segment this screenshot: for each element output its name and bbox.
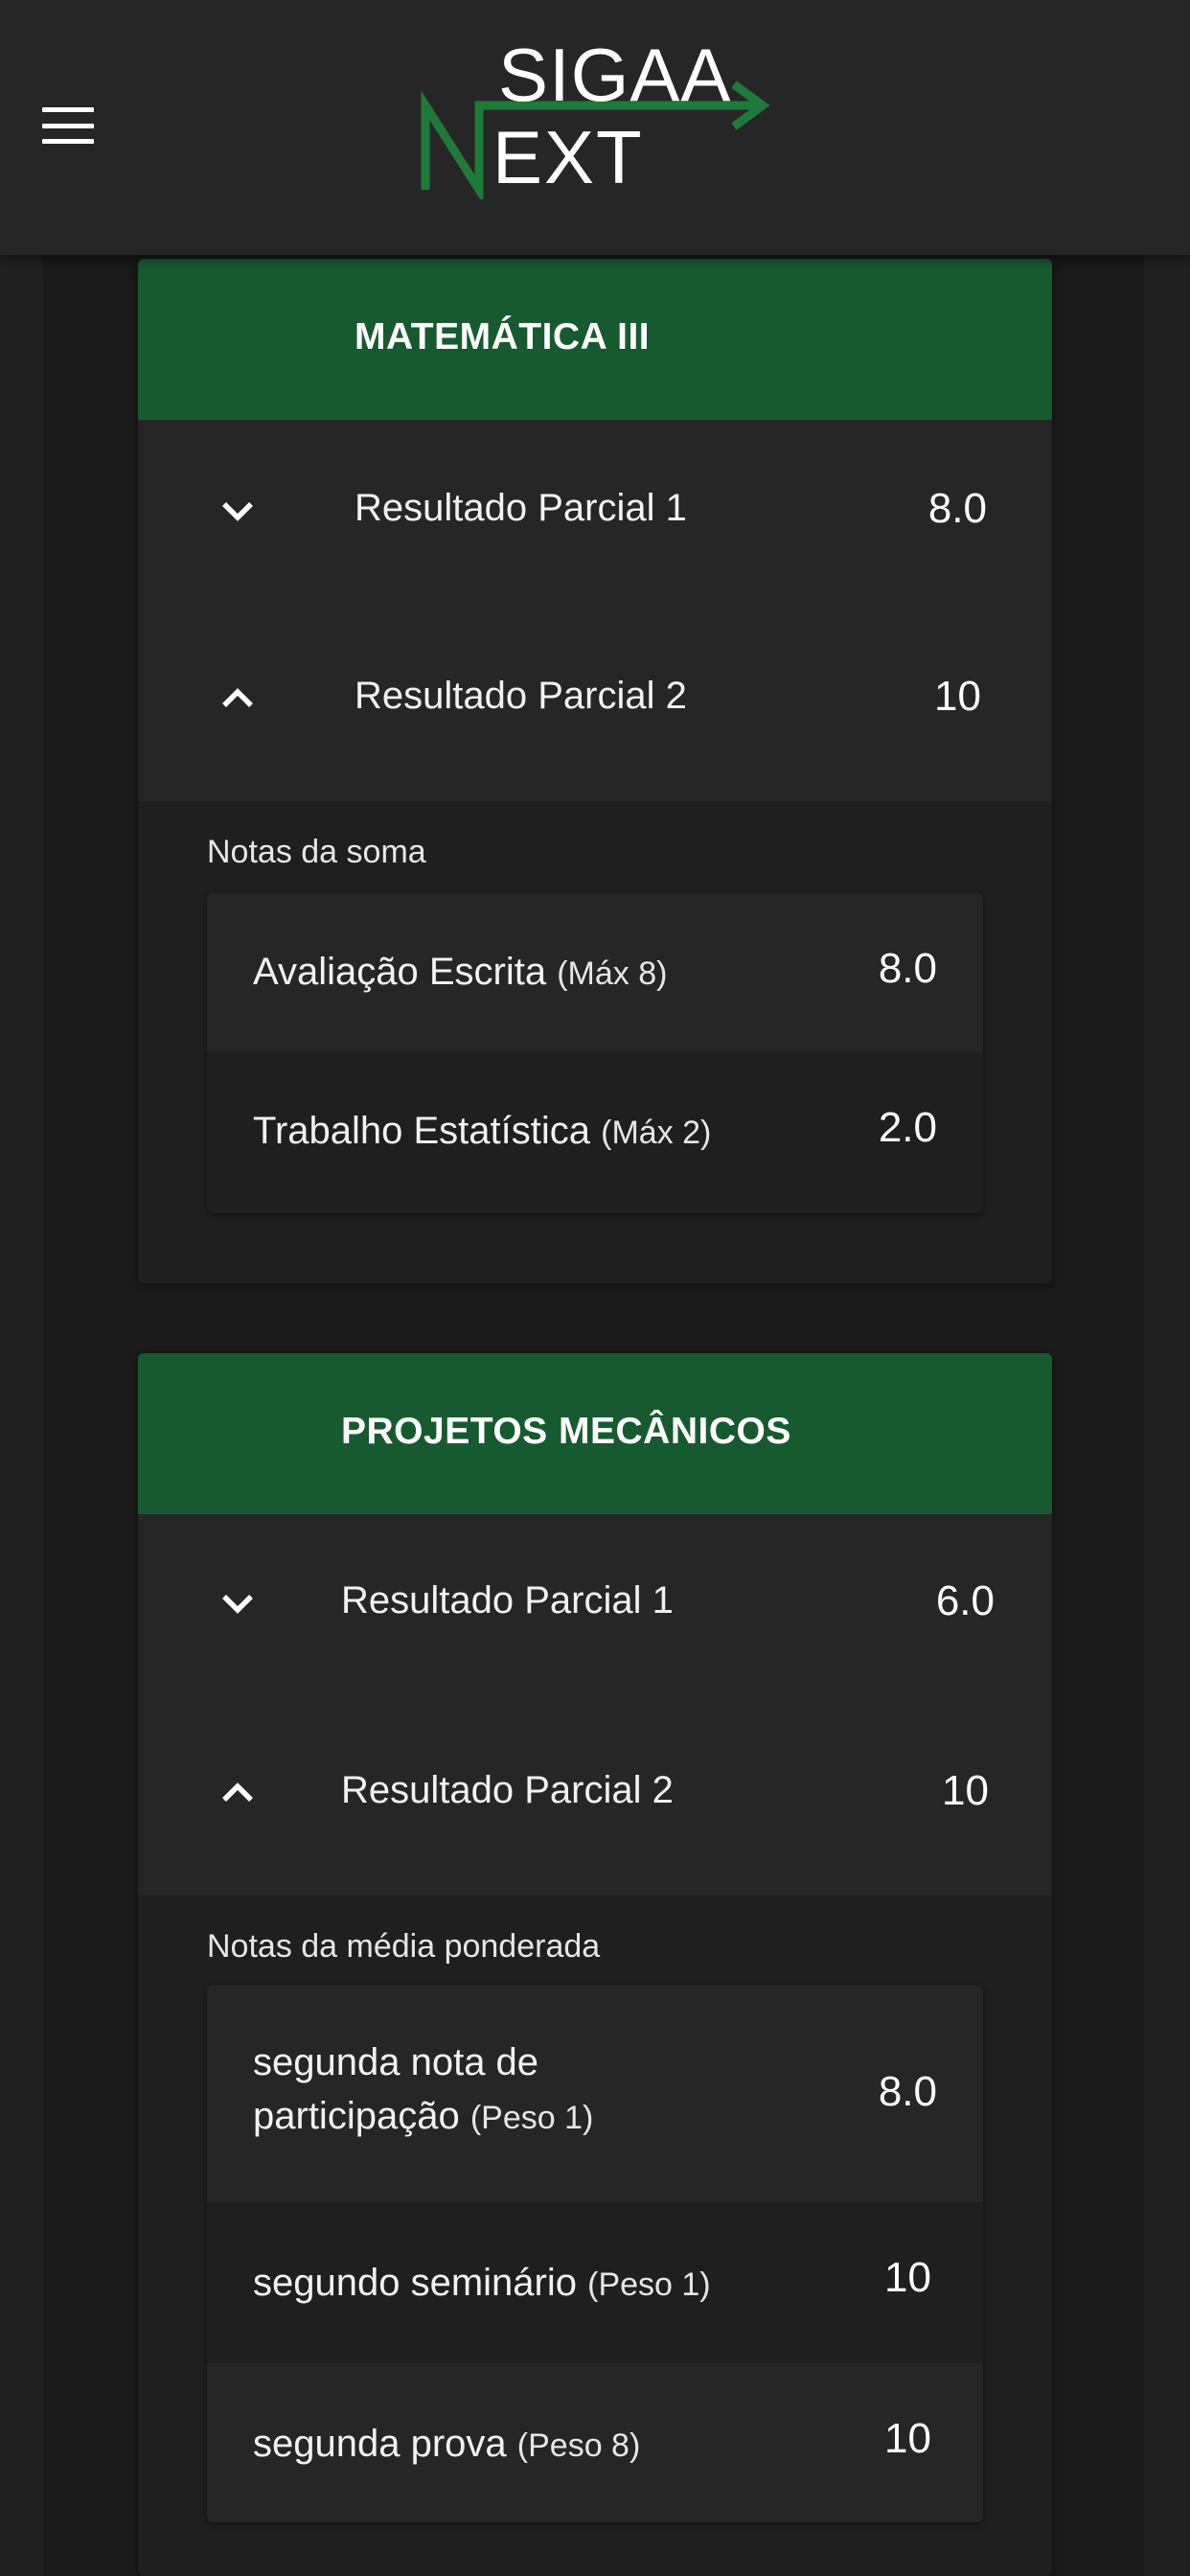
result-value: 10	[934, 673, 981, 720]
logo-text-bottom: EXT	[492, 115, 644, 199]
menu-line	[42, 123, 94, 128]
app-logo: SIGAA EXT	[418, 36, 772, 199]
note-value: 2.0	[878, 1104, 937, 1151]
note-detail: (Máx 8)	[557, 955, 668, 992]
chevron-down-icon[interactable]	[213, 1579, 263, 1629]
result-row[interactable]: Resultado Parcial 2 10	[138, 610, 1052, 799]
note-name: Avaliação Escrita (Máx 8)	[253, 945, 667, 1000]
result-label: Resultado Parcial 1	[355, 487, 687, 529]
note-value: 8.0	[878, 945, 937, 992]
result-row[interactable]: Resultado Parcial 1 8.0	[138, 420, 1052, 610]
subject-title: PROJETOS MECÂNICOS	[341, 1411, 791, 1452]
chevron-down-icon[interactable]	[213, 487, 263, 537]
note-detail: (Máx 2)	[601, 1115, 712, 1151]
note-title: segundo seminário	[253, 2262, 577, 2304]
note-title: Trabalho Estatística	[253, 1110, 591, 1152]
result-label: Resultado Parcial 2	[341, 1769, 674, 1811]
note-title-line1: segunda nota de	[253, 2041, 539, 2083]
note-row: segunda nota de participação (Peso 1) 8.…	[207, 1986, 983, 2202]
app-bar: SIGAA EXT	[0, 0, 1190, 255]
chevron-up-icon[interactable]	[213, 1767, 263, 1817]
notes-list: segunda nota de participação (Peso 1) 8.…	[207, 1986, 983, 2522]
menu-line	[42, 139, 94, 144]
chevron-up-icon[interactable]	[213, 673, 263, 723]
subject-card: MATEMÁTICA III Resultado Parcial 1 8.0 R…	[138, 259, 1052, 1283]
subject-header: PROJETOS MECÂNICOS	[138, 1353, 1052, 1514]
note-name: segunda nota de participação (Peso 1)	[253, 2036, 593, 2145]
subject-card: PROJETOS MECÂNICOS Resultado Parcial 1 6…	[138, 1353, 1052, 2576]
result-label: Resultado Parcial 1	[341, 1579, 674, 1622]
note-row: segunda prova (Peso 8) 10	[207, 2363, 983, 2522]
notes-section-label: Notas da soma	[207, 834, 426, 870]
notes-section-label: Notas da média ponderada	[207, 1928, 601, 1965]
note-title: segunda prova	[253, 2423, 507, 2465]
result-row[interactable]: Resultado Parcial 2 10	[138, 1704, 1052, 1894]
note-row: Trabalho Estatística (Máx 2) 2.0	[207, 1052, 983, 1213]
note-name: Trabalho Estatística (Máx 2)	[253, 1104, 711, 1160]
result-label: Resultado Parcial 2	[355, 675, 687, 717]
subject-header: MATEMÁTICA III	[138, 259, 1052, 420]
logo-text-top: SIGAA	[498, 33, 732, 117]
result-row[interactable]: Resultado Parcial 1 6.0	[138, 1514, 1052, 1704]
note-detail: (Peso 1)	[587, 2266, 711, 2303]
menu-line	[42, 107, 94, 112]
result-value: 10	[942, 1767, 989, 1814]
note-detail: (Peso 1)	[469, 2100, 594, 2136]
result-value: 8.0	[927, 485, 987, 532]
note-value: 10	[884, 2254, 931, 2301]
note-value: 10	[884, 2415, 931, 2462]
note-name: segunda prova (Peso 8)	[253, 2417, 640, 2472]
note-title-line2: participação	[253, 2095, 460, 2137]
result-value: 6.0	[935, 1577, 995, 1624]
note-row: segundo seminário (Peso 1) 10	[207, 2202, 983, 2363]
note-detail: (Peso 8)	[516, 2427, 641, 2464]
notes-list: Avaliação Escrita (Máx 8) 8.0 Trabalho E…	[207, 893, 983, 1213]
subject-title: MATEMÁTICA III	[355, 316, 651, 357]
note-row: Avaliação Escrita (Máx 8) 8.0	[207, 893, 983, 1052]
note-value: 8.0	[878, 2068, 937, 2115]
note-title: Avaliação Escrita	[253, 951, 547, 993]
hamburger-menu-icon[interactable]	[38, 102, 98, 150]
note-name: segundo seminário (Peso 1)	[253, 2256, 711, 2312]
